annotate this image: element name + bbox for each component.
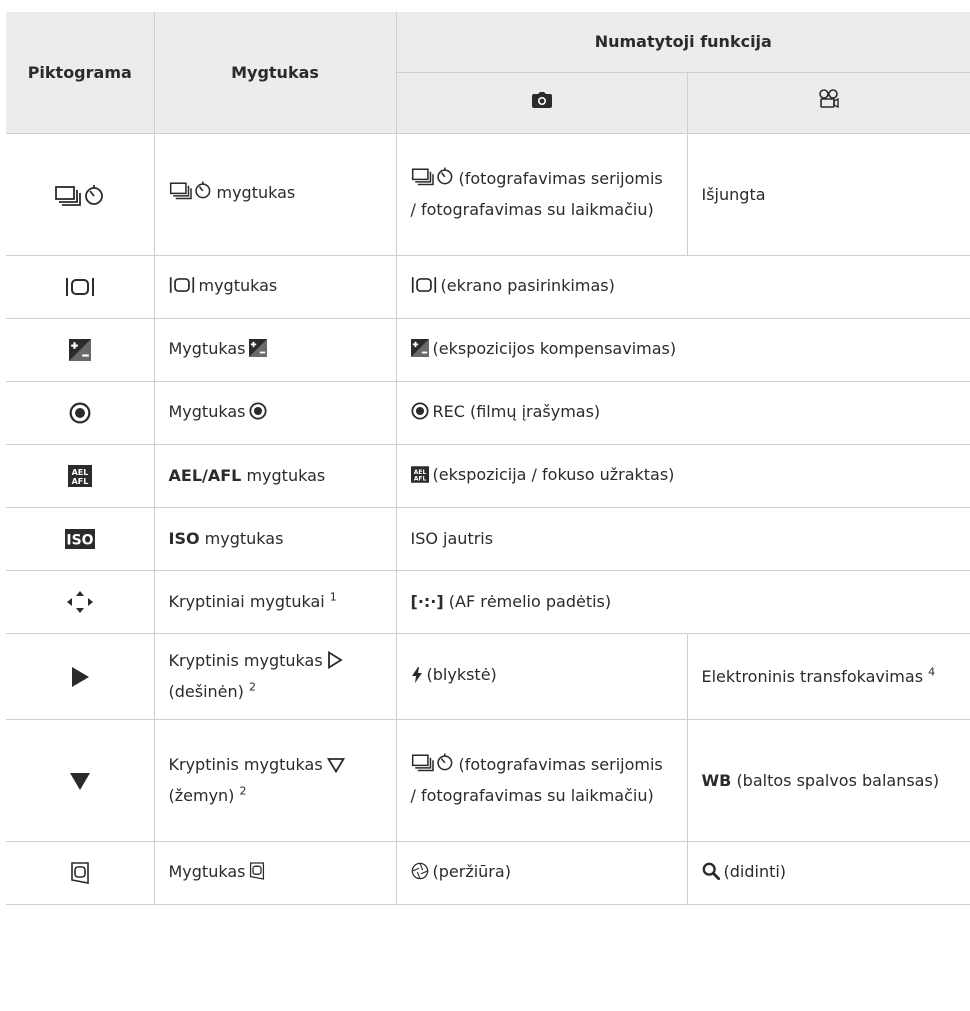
svg-text:AEL: AEL (413, 468, 426, 475)
header-movie-subcolumn (687, 72, 970, 134)
button-cell: mygtukas (154, 133, 397, 256)
button-cell: ISO mygtukas (154, 507, 397, 571)
rec-icon (6, 381, 155, 445)
table-row: Kryptiniai mygtukai 1 [·:·] (AF rėmelio … (6, 570, 970, 634)
button-cell: Mygtukas (154, 318, 397, 382)
drive-self-timer-icon (6, 133, 155, 256)
flash-icon (411, 664, 423, 692)
table-row: Mygtukas (peržiūra) (didinti) (6, 841, 970, 905)
svg-text:AFL: AFL (413, 475, 426, 482)
preview-icon (6, 841, 155, 905)
iso-icon: ISO (6, 507, 155, 571)
header-function-column: Numatytoji funkcija (396, 12, 970, 73)
table-row: Kryptinis mygtukas (žemyn) 2 (fotografav… (6, 719, 970, 842)
display-select-icon (169, 275, 195, 303)
header-button-column: Mygtukas (154, 12, 397, 134)
photo-function-cell: (fotografavimas serijomis / fotografavim… (396, 719, 688, 842)
button-cell: Kryptiniai mygtukai 1 (154, 570, 397, 634)
default-function-table: Piktograma Mygtukas Numatytoji funkcija (6, 12, 970, 905)
function-cell: [·:·] (AF rėmelio padėtis) (396, 570, 970, 634)
arrow-pad-icon (6, 570, 155, 634)
svg-text:AEL: AEL (71, 468, 88, 477)
drive-self-timer-icon (411, 165, 455, 196)
ael-afl-icon: AEL AFL (6, 444, 155, 508)
photo-function-cell: (blykstė) (396, 633, 688, 720)
photo-function-cell: (fotografavimas serijomis / fotografavim… (396, 133, 688, 256)
function-cell: (ekspozicijos kompensavimas) (396, 318, 970, 382)
movie-function-cell: WB (baltos spalvos balansas) (687, 719, 970, 842)
exposure-compensation-icon (249, 338, 268, 366)
exposure-compensation-icon (6, 318, 155, 382)
function-cell: ISO jautris (396, 507, 970, 571)
drive-self-timer-icon (411, 751, 455, 782)
button-cell: Kryptinis mygtukas (dešinėn) 2 (154, 633, 397, 720)
header-icon-column: Piktograma (6, 12, 155, 134)
table-row: AEL AFL AEL/AFL mygtukas AEL AFL (ekspozici… (6, 444, 970, 508)
button-cell: AEL/AFL mygtukas (154, 444, 397, 508)
camera-icon (531, 89, 552, 117)
header-photo-subcolumn (396, 72, 688, 134)
table-row: Mygtukas (ekspozicijos kompensavimas) (6, 318, 970, 382)
svg-text:AFL: AFL (71, 477, 88, 486)
display-select-icon (6, 255, 155, 319)
rec-icon (410, 401, 429, 429)
drive-self-timer-icon (169, 179, 213, 210)
movie-camera-icon (818, 88, 840, 118)
svg-text:ISO: ISO (66, 533, 93, 549)
movie-function-cell: Elektroninis transfokavimas 4 (687, 633, 970, 720)
magnify-icon (702, 861, 720, 889)
aperture-preview-icon (411, 861, 429, 889)
table-row: Kryptinis mygtukas (dešinėn) 2 (blykstė)… (6, 633, 970, 720)
function-cell: AEL AFL (ekspozicija / fokuso užraktas) (396, 444, 970, 508)
triangle-down-icon (6, 719, 155, 842)
function-cell: REC (filmų įrašymas) (396, 381, 970, 445)
button-cell: Kryptinis mygtukas (žemyn) 2 (154, 719, 397, 842)
triangle-right-outline-icon (327, 650, 343, 678)
triangle-down-outline-icon (326, 754, 345, 782)
button-cell: mygtukas (154, 255, 397, 319)
movie-function-cell: (didinti) (687, 841, 970, 905)
exposure-compensation-icon (410, 338, 429, 366)
table-row: mygtukas (fotografavimas serijomis / fot… (6, 133, 970, 256)
display-select-icon (411, 275, 437, 303)
movie-function-cell: Išjungta (687, 133, 970, 256)
preview-icon (249, 861, 265, 889)
button-cell: Mygtukas (154, 381, 397, 445)
table-row: ISO ISO mygtukas ISO jautris (6, 507, 970, 571)
button-cell: Mygtukas (154, 841, 397, 905)
af-frame-icon: [·:·] (410, 592, 444, 611)
rec-icon (249, 401, 268, 429)
table-row: Mygtukas REC (filmų įrašymas) (6, 381, 970, 445)
photo-function-cell: (peržiūra) (396, 841, 688, 905)
table-row: mygtukas (ekrano pasirinkimas) (6, 255, 970, 319)
function-cell: (ekrano pasirinkimas) (396, 255, 970, 319)
play-right-icon (6, 633, 155, 720)
ael-afl-icon: AEL AFL (410, 464, 429, 492)
